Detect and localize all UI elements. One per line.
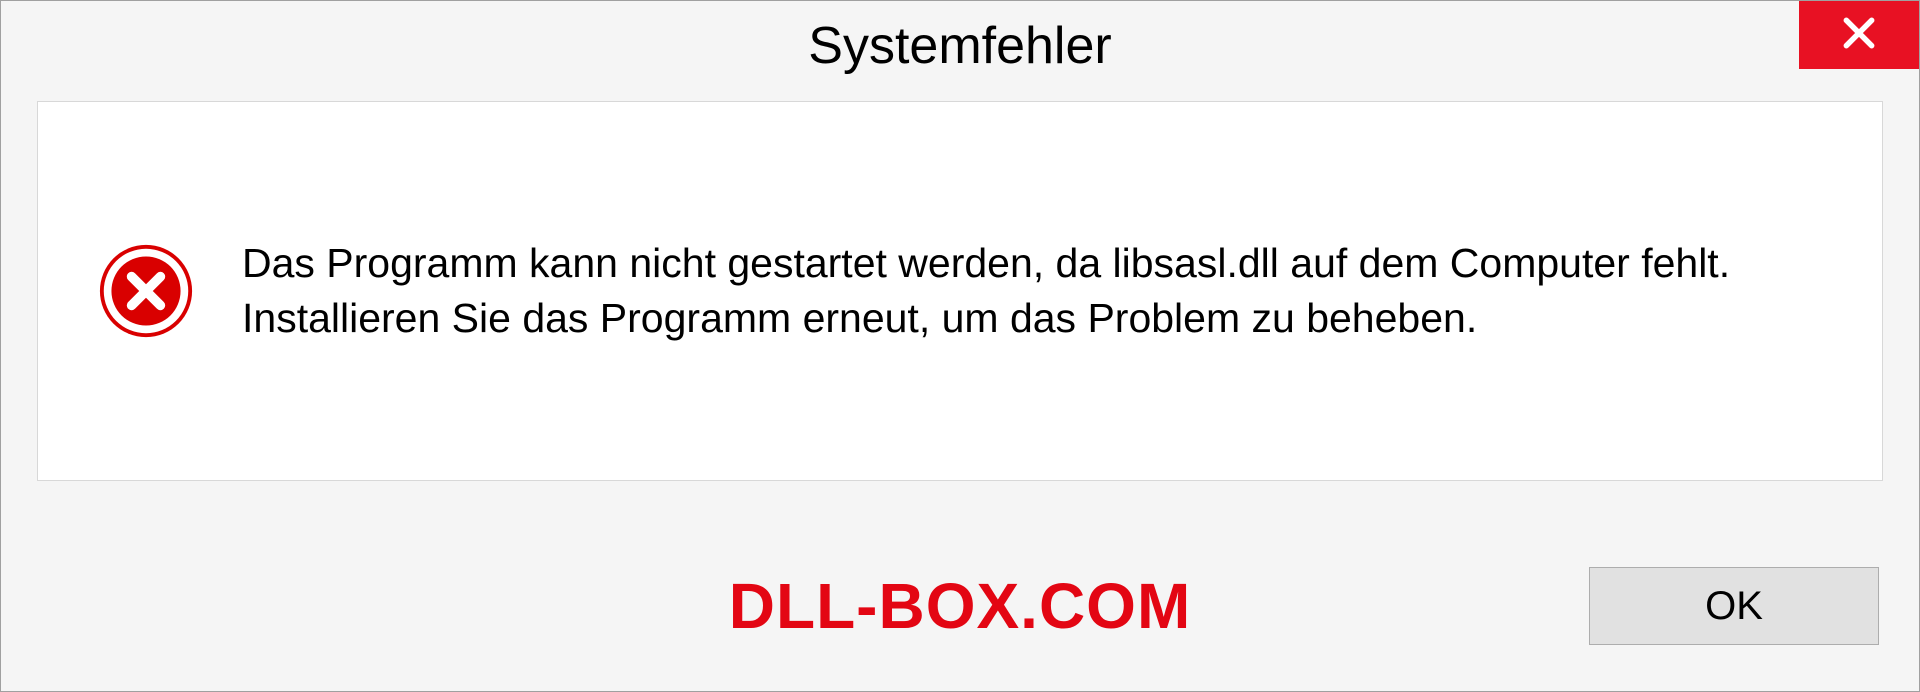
close-icon [1840, 14, 1878, 57]
dialog-title: Systemfehler [808, 16, 1111, 76]
close-button[interactable] [1799, 1, 1919, 69]
dialog-footer: DLL-BOX.COM OK [1, 521, 1919, 691]
content-panel: Das Programm kann nicht gestartet werden… [37, 101, 1883, 481]
ok-button[interactable]: OK [1589, 567, 1879, 645]
system-error-dialog: Systemfehler Das Programm kann nicht ges… [0, 0, 1920, 692]
watermark-text: DLL-BOX.COM [729, 569, 1192, 643]
titlebar: Systemfehler [1, 1, 1919, 91]
error-message: Das Programm kann nicht gestartet werden… [242, 236, 1762, 347]
error-icon [98, 243, 194, 339]
